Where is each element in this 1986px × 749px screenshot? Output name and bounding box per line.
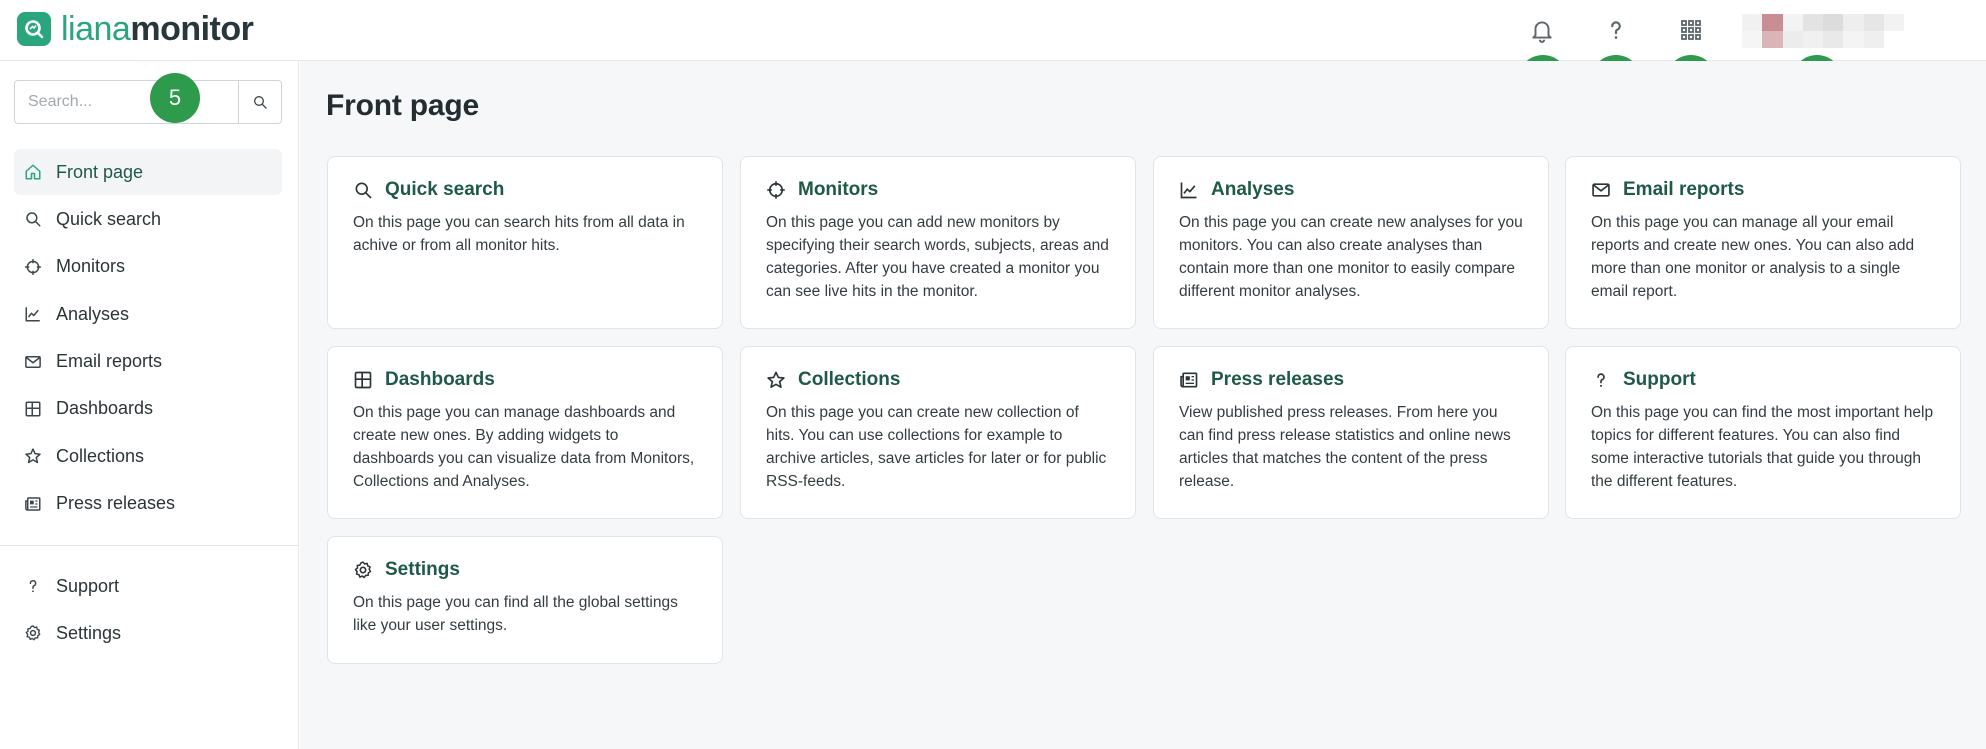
card-title: Collections [798, 369, 901, 390]
bell-icon [1529, 17, 1555, 43]
notifications-button[interactable] [1524, 12, 1560, 48]
search-icon [353, 180, 373, 200]
card-title: Dashboards [385, 369, 495, 390]
sidebar-item-label: Analyses [56, 303, 130, 324]
dashboard-icon [24, 400, 42, 418]
sidebar-item-quick-search[interactable]: Quick search [14, 196, 282, 242]
user-menu-avatar[interactable] [1742, 14, 1904, 48]
card-description: On this page you can create new collecti… [766, 404, 1107, 490]
card-support[interactable]: Support On this page you can find the mo… [1565, 346, 1961, 519]
card-title: Settings [385, 559, 460, 580]
card-settings[interactable]: Settings On this page you can find all t… [327, 536, 723, 664]
newspaper-icon [24, 495, 42, 513]
sidebar-item-monitors[interactable]: Monitors [14, 244, 282, 290]
card-description: On this page you can manage dashboards a… [353, 404, 695, 490]
apps-grid-icon [1679, 18, 1703, 42]
search-button[interactable] [238, 80, 282, 124]
gear-icon [24, 624, 42, 642]
sidebar-secondary-nav: Support Settings [14, 563, 282, 658]
star-icon [766, 370, 786, 390]
card-collections[interactable]: Collections On this page you can create … [740, 346, 1136, 519]
card-dashboards[interactable]: Dashboards On this page you can manage d… [327, 346, 723, 519]
card-description: On this page you can search hits from al… [353, 214, 685, 254]
question-icon [1591, 370, 1611, 390]
top-header: lianamonitor [0, 0, 1986, 61]
sidebar-item-email-reports[interactable]: Email reports [14, 339, 282, 385]
search-input[interactable] [14, 80, 238, 124]
card-description: On this page you can find all the global… [353, 594, 678, 634]
sidebar-item-label: Front page [56, 161, 144, 182]
sidebar-item-label: Collections [56, 445, 145, 466]
sidebar-nav: Front page Quick search Monitors Analyse… [14, 149, 282, 528]
help-button[interactable] [1598, 12, 1634, 48]
sidebar: Front page Quick search Monitors Analyse… [0, 61, 299, 749]
badge-5: 5 [150, 73, 200, 123]
card-title: Analyses [1211, 179, 1295, 200]
sidebar-item-analyses[interactable]: Analyses [14, 291, 282, 337]
sidebar-item-collections[interactable]: Collections [14, 433, 282, 479]
sidebar-item-label: Quick search [56, 208, 162, 229]
card-description: View published press releases. From here… [1179, 404, 1511, 490]
sidebar-item-press-releases[interactable]: Press releases [14, 481, 282, 527]
sidebar-item-label: Press releases [56, 493, 176, 514]
dashboard-icon [353, 370, 373, 390]
search-icon [24, 210, 42, 228]
sidebar-item-label: Monitors [56, 256, 126, 277]
mail-icon [24, 353, 42, 371]
card-description: On this page you can add new monitors by… [766, 214, 1109, 300]
chart-line-icon [1179, 180, 1199, 200]
logo-text-bold: monitor [130, 10, 254, 48]
card-quick-search[interactable]: Quick search On this page you can search… [327, 156, 723, 329]
question-icon [24, 577, 42, 595]
logo-mark-icon [17, 12, 51, 46]
card-title: Quick search [385, 179, 505, 200]
card-press-releases[interactable]: Press releases View published press rele… [1153, 346, 1549, 519]
card-analyses[interactable]: Analyses On this page you can create new… [1153, 156, 1549, 329]
card-title: Monitors [798, 179, 879, 200]
search-icon [252, 94, 268, 110]
apps-button[interactable] [1673, 12, 1709, 48]
app-logo[interactable]: lianamonitor [17, 10, 254, 48]
home-icon [24, 163, 42, 181]
sidebar-item-front-page[interactable]: Front page [14, 149, 282, 195]
gear-icon [353, 560, 373, 580]
card-email-reports[interactable]: Email reports On this page you can manag… [1565, 156, 1961, 329]
newspaper-icon [1179, 370, 1199, 390]
crosshair-icon [24, 258, 42, 276]
sidebar-item-label: Dashboards [56, 398, 154, 419]
sidebar-item-label: Settings [56, 622, 122, 643]
crosshair-icon [766, 180, 786, 200]
card-title: Press releases [1211, 369, 1345, 390]
sidebar-item-dashboards[interactable]: Dashboards [14, 386, 282, 432]
card-monitors[interactable]: Monitors On this page you can add new mo… [740, 156, 1136, 329]
sidebar-search [14, 80, 282, 124]
sidebar-divider [0, 545, 298, 546]
sidebar-item-support[interactable]: Support [14, 563, 282, 609]
card-description: On this page you can find the most impor… [1591, 404, 1934, 490]
help-icon [1603, 17, 1629, 43]
sidebar-item-label: Email reports [56, 351, 163, 372]
card-description: On this page you can manage all your ema… [1591, 214, 1915, 300]
sidebar-item-label: Support [56, 575, 120, 596]
card-description: On this page you can create new analyses… [1179, 214, 1523, 300]
logo-text-light: liana [61, 10, 131, 48]
star-icon [24, 447, 42, 465]
chart-line-icon [24, 305, 42, 323]
logo-text: lianamonitor [61, 10, 254, 48]
mail-icon [1591, 180, 1611, 200]
card-title: Email reports [1623, 179, 1745, 200]
page-title: Front page [326, 89, 479, 122]
sidebar-item-settings[interactable]: Settings [14, 610, 282, 656]
card-title: Support [1623, 369, 1696, 390]
main-content: Front page Quick search On this page you… [300, 61, 1986, 749]
